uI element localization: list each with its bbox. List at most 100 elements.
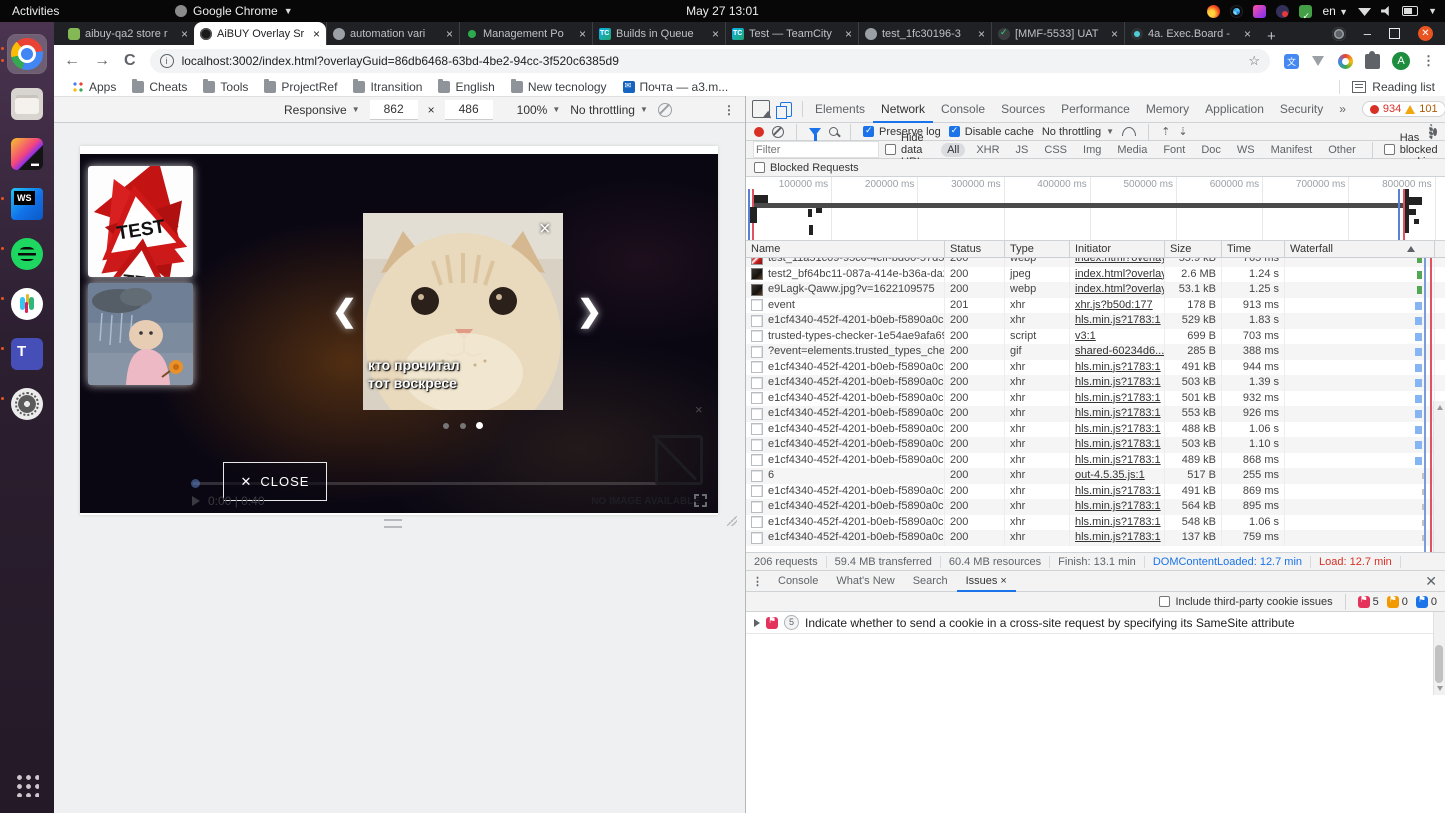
table-row[interactable]: test_11a51c09-95c0-4cff-bd00-57d54e50...… [746,258,1445,267]
firefox-app-icon[interactable] [1207,5,1220,18]
table-row[interactable]: e1cf4340-452f-4201-b0eb-f5890a0ceb18-...… [746,313,1445,329]
tab-close-icon[interactable]: × [845,27,852,41]
network-throttling-select[interactable]: No throttling ▼ [1042,126,1114,138]
browser-tab[interactable]: Builds in Queue× [592,22,725,45]
type-filter-xhr[interactable]: XHR [971,144,1004,156]
carousel-dot-3-active[interactable] [476,422,483,429]
devtools-tab-console[interactable]: Console [933,96,993,123]
fullscreen-icon[interactable] [694,494,707,507]
column-header-initiator[interactable]: Initiator [1070,241,1165,257]
column-header-waterfall[interactable]: Waterfall [1285,241,1435,257]
initiator-link[interactable]: v3:1 [1075,330,1096,342]
table-row[interactable]: e1cf4340-452f-4201-b0eb-f5890a0ceb18-...… [746,437,1445,453]
carousel-dot-1[interactable] [443,423,449,429]
translate-icon[interactable] [1284,54,1299,69]
device-toolbar-menu-icon[interactable]: ⋮ [723,103,735,117]
battery-icon[interactable] [1402,6,1418,16]
bookmark-apps[interactable]: Apps [64,80,124,94]
blocked-requests-checkbox[interactable]: Blocked Requests [754,162,859,174]
record-network-log-icon[interactable] [754,127,764,137]
design-app-icon[interactable] [1253,5,1266,18]
bookmark-star-icon[interactable]: ☆ [1248,53,1260,69]
column-header-size[interactable]: Size [1165,241,1222,257]
table-header[interactable]: NameStatusTypeInitiatorSizeTimeWaterfall [746,241,1445,258]
type-filter-img[interactable]: Img [1078,144,1106,156]
type-filter-manifest[interactable]: Manifest [1266,144,1318,156]
table-row[interactable]: e1cf4340-452f-4201-b0eb-f5890a0ceb18-...… [746,360,1445,376]
initiator-link[interactable]: hls.min.js?1783:1 [1075,454,1161,466]
drawer-tab-whatsnew[interactable]: What's New [827,571,903,592]
network-overview-timeline[interactable]: 100000 ms200000 ms300000 ms400000 ms5000… [746,177,1445,241]
window-close-button[interactable]: ✕ [1418,26,1433,41]
disable-cache-checkbox[interactable]: Disable cache [949,126,1034,138]
type-filter-ws[interactable]: WS [1232,144,1260,156]
export-har-icon[interactable]: ⇣ [1178,125,1187,138]
bookmark-projectref[interactable]: ProjectRef [256,80,345,94]
tab-close-icon[interactable]: × [712,27,719,41]
system-menu-chevron-icon[interactable]: ▼ [1428,0,1437,22]
dock-item-apps-grid[interactable] [8,766,46,804]
browser-tab[interactable]: aibuy-qa2 store r× [62,22,194,45]
chrome-menu-dots-icon[interactable]: ⋮ [1422,53,1435,69]
initiator-link[interactable]: xhr.js?b50d:177 [1075,299,1153,311]
table-row[interactable]: event201xhrxhr.js?b50d:177178 B913 ms [746,298,1445,314]
table-scrollbar[interactable] [1433,401,1445,695]
initiator-link[interactable]: hls.min.js?1783:1 [1075,531,1161,543]
viewport-corner-resize[interactable] [727,516,737,526]
initiator-link[interactable]: hls.min.js?1783:1 [1075,423,1161,435]
no-signal-icon[interactable] [658,103,672,117]
type-filter-font[interactable]: Font [1158,144,1190,156]
throttle-select[interactable]: No throttling ▼ [570,103,648,117]
language-indicator[interactable]: en ▼ [1322,0,1348,23]
tab-close-icon[interactable]: × [181,27,188,41]
check-app-icon[interactable] [1299,5,1312,18]
table-row[interactable]: e1cf4340-452f-4201-b0eb-f5890a0ceb18-...… [746,499,1445,515]
browser-tab[interactable]: AiBUY Overlay Sr× [194,22,326,45]
initiator-link[interactable]: hls.min.js?1783:1 [1075,516,1161,528]
console-status-badges[interactable]: 934 101 [1362,101,1445,117]
type-filter-all[interactable]: All [941,143,965,157]
loading-app-icon[interactable] [1230,5,1243,18]
tab-close-icon[interactable]: × [313,27,320,41]
table-row[interactable]: e1cf4340-452f-4201-b0eb-f5890a0ceb18-...… [746,530,1445,546]
wifi-icon[interactable] [1358,6,1371,16]
devtools-tab-security[interactable]: Security [1272,96,1331,123]
initiator-link[interactable]: out-4.5.35.js:1 [1075,469,1145,481]
drawer-tab-search[interactable]: Search [904,571,957,592]
table-row[interactable]: e1cf4340-452f-4201-b0eb-f5890a0ceb18-...… [746,391,1445,407]
column-header-type[interactable]: Type [1005,241,1070,257]
scroll-down-arrow[interactable] [1437,686,1443,691]
progress-handle[interactable] [191,479,200,488]
devtools-tab-sources[interactable]: Sources [993,96,1053,123]
table-row[interactable]: e1cf4340-452f-4201-b0eb-f5890a0ceb18-...… [746,515,1445,531]
inspect-element-icon[interactable] [752,100,770,118]
table-row[interactable]: 6200xhrout-4.5.35.js:1517 B255 ms [746,468,1445,484]
extensions-puzzle-icon[interactable] [1365,54,1380,69]
scroll-up-arrow[interactable] [1437,405,1443,410]
scrollbar-thumb[interactable] [1435,645,1443,683]
clear-network-log-icon[interactable] [772,126,784,138]
import-har-icon[interactable]: ⇡ [1161,125,1170,138]
issue-item[interactable]: 5 Indicate whether to send a cookie in a… [746,612,1445,634]
carousel-prev-arrow[interactable]: ❮ [332,294,357,329]
initiator-link[interactable]: hls.min.js?1783:1 [1075,376,1161,388]
teams-app-icon[interactable] [1276,5,1289,18]
type-filter-js[interactable]: JS [1011,144,1034,156]
initiator-link[interactable]: hls.min.js?1783:1 [1075,314,1161,326]
dock-item-settings[interactable] [8,385,46,423]
dock-item-slack[interactable] [8,285,46,323]
include-third-party-checkbox[interactable]: Include third-party cookie issues [1159,596,1332,608]
bookmark-newtecnology[interactable]: New tecnology [503,80,615,94]
initiator-link[interactable]: hls.min.js?1783:1 [1075,500,1161,512]
network-filter-input[interactable] [754,142,878,157]
profile-avatar[interactable]: A [1392,52,1410,70]
type-filter-doc[interactable]: Doc [1196,144,1226,156]
dock-item-files[interactable] [8,85,46,123]
bookmark-itransition[interactable]: Itransition [345,80,430,94]
tab-close-icon[interactable]: × [446,27,453,41]
initiator-link[interactable]: index.html?overlayG... [1075,268,1165,280]
carousel-close-icon[interactable]: × [539,218,551,241]
devtools-tab-application[interactable]: Application [1197,96,1272,123]
new-tab-button[interactable]: + [1267,28,1276,45]
browser-tab[interactable]: Test — TeamCity× [725,22,858,45]
